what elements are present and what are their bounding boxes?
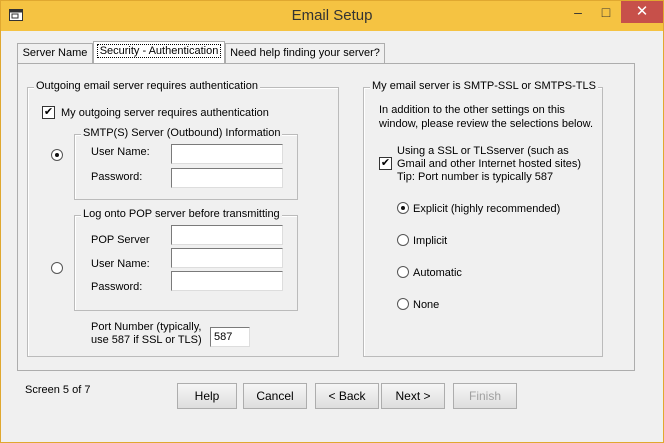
explicit-radio[interactable]	[397, 202, 409, 214]
tab-label: Need help finding your server?	[230, 47, 380, 59]
pop-auth-radio[interactable]	[51, 262, 63, 274]
pop-server-label: POP Server	[91, 234, 150, 246]
auth-group-title: Outgoing email server requires authentic…	[34, 80, 260, 92]
ssl-intro-line1: In addition to the other settings on thi…	[379, 104, 565, 116]
back-button[interactable]: < Back	[315, 383, 379, 409]
tab-help-finding-server[interactable]: Need help finding your server?	[225, 43, 385, 63]
help-button[interactable]: Help	[177, 383, 237, 409]
tab-label: Server Name	[22, 47, 88, 59]
tab-server-name[interactable]: Server Name	[17, 43, 93, 63]
ssl-group-title: My email server is SMTP-SSL or SMTPS-TLS	[370, 80, 598, 92]
minimize-icon[interactable]: –	[564, 1, 592, 23]
close-icon[interactable]: ✕	[621, 1, 663, 23]
pop-server-field[interactable]	[171, 225, 283, 245]
pop-password-field[interactable]	[171, 271, 283, 291]
smtp-password-field[interactable]	[171, 168, 283, 188]
tab-security-authentication[interactable]: Security - Authentication	[93, 41, 225, 63]
pop-username-field[interactable]	[171, 248, 283, 268]
pop-username-label: User Name:	[91, 258, 150, 270]
port-label-line2: use 587 if SSL or TLS)	[91, 334, 202, 346]
smtp-username-field[interactable]	[171, 144, 283, 164]
port-tip: Tip: Port number is typically 587	[397, 171, 554, 183]
port-label-line1: Port Number (typically,	[91, 321, 202, 333]
maximize-icon[interactable]: □	[592, 1, 620, 23]
smtp-username-label: User Name:	[91, 146, 150, 158]
smtp-group-title: SMTP(S) Server (Outbound) Information	[81, 127, 283, 139]
implicit-label: Implicit	[413, 235, 448, 247]
requires-auth-label: My outgoing server requires authenticati…	[61, 107, 269, 119]
none-label: None	[413, 299, 440, 311]
screen-status: Screen 5 of 7	[25, 384, 91, 396]
email-setup-window: Email Setup – □ ✕ Server Name Security -…	[0, 0, 664, 443]
title-bar[interactable]: Email Setup – □ ✕	[1, 1, 663, 31]
use-ssl-checkbox[interactable]: ✔	[379, 157, 392, 170]
use-ssl-label-line1: Using a SSL or TLSserver (such as	[397, 145, 569, 157]
next-button[interactable]: Next >	[381, 383, 445, 409]
pop-group-title: Log onto POP server before transmitting	[81, 208, 282, 220]
automatic-radio[interactable]	[397, 266, 409, 278]
automatic-label: Automatic	[413, 267, 462, 279]
none-radio[interactable]	[397, 298, 409, 310]
requires-auth-checkbox[interactable]: ✔	[42, 106, 55, 119]
ssl-intro-line2: window, please review the selections bel…	[379, 118, 594, 130]
explicit-label: Explicit (highly recommended)	[413, 203, 561, 215]
port-number-field[interactable]	[210, 327, 250, 347]
smtp-auth-radio[interactable]	[51, 149, 63, 161]
finish-button[interactable]: Finish	[453, 383, 517, 409]
pop-password-label: Password:	[91, 281, 143, 293]
smtp-password-label: Password:	[91, 171, 143, 183]
cancel-button[interactable]: Cancel	[243, 383, 307, 409]
tab-label: Security - Authentication	[96, 44, 222, 58]
implicit-radio[interactable]	[397, 234, 409, 246]
use-ssl-label-line2: Gmail and other Internet hosted sites)	[397, 158, 582, 170]
